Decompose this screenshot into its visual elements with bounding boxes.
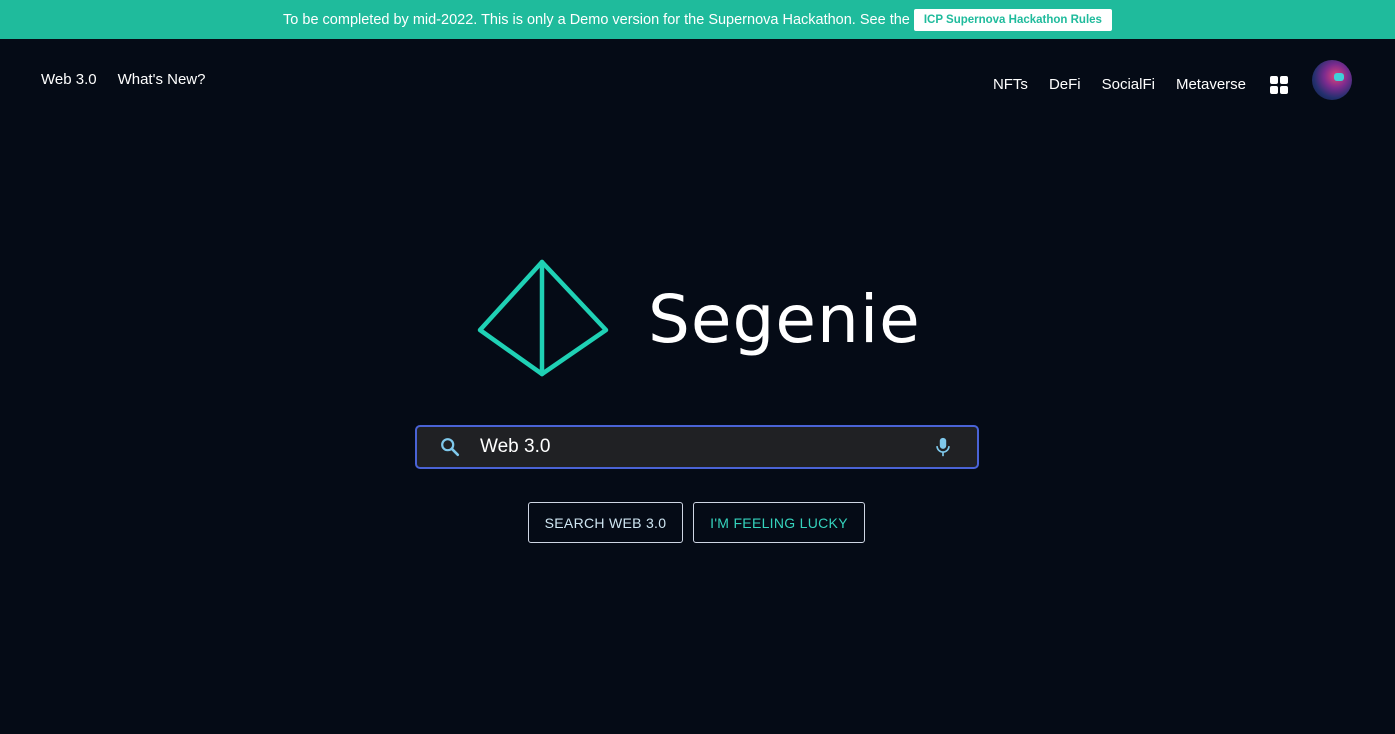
apps-grid-icon[interactable] bbox=[1270, 76, 1288, 94]
microphone-icon[interactable] bbox=[933, 436, 953, 458]
pyramid-logo-icon bbox=[477, 259, 609, 377]
nav-link-whats-new[interactable]: What's New? bbox=[118, 70, 206, 90]
nav-link-web3[interactable]: Web 3.0 bbox=[41, 70, 97, 90]
search-input[interactable] bbox=[480, 436, 933, 458]
feeling-lucky-button[interactable]: I'M FEELING LUCKY bbox=[693, 502, 865, 543]
nav-link-metaverse[interactable]: Metaverse bbox=[1176, 75, 1246, 95]
nav-link-socialfi[interactable]: SocialFi bbox=[1102, 75, 1155, 95]
nav-link-nfts[interactable]: NFTs bbox=[993, 75, 1028, 95]
banner-text: To be completed by mid-2022. This is onl… bbox=[283, 11, 910, 28]
hackathon-rules-button[interactable]: ICP Supernova Hackathon Rules bbox=[913, 8, 1112, 31]
top-nav-left: Web 3.0 What's New? bbox=[41, 70, 205, 90]
search-web3-button[interactable]: SEARCH WEB 3.0 bbox=[528, 502, 683, 543]
search-actions: SEARCH WEB 3.0 I'M FEELING LUCKY bbox=[528, 502, 865, 543]
search-bar bbox=[415, 425, 979, 469]
nav-link-defi[interactable]: DeFi bbox=[1049, 75, 1081, 95]
brand-name: Segenie bbox=[648, 280, 921, 358]
top-nav-right: NFTs DeFi SocialFi Metaverse bbox=[993, 60, 1352, 100]
user-avatar[interactable] bbox=[1312, 60, 1352, 100]
announcement-banner: To be completed by mid-2022. This is onl… bbox=[0, 0, 1395, 39]
brand-logo: Segenie bbox=[476, 258, 921, 378]
search-icon[interactable] bbox=[439, 436, 461, 458]
